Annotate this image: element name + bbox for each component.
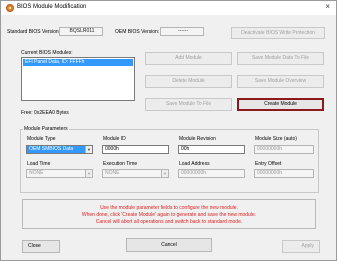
delete-module-button[interactable]: Delete Module (145, 75, 232, 88)
load-address-input[interactable]: 00000000h (178, 169, 245, 178)
list-item[interactable]: EFI Panel Data, ID: FFFFh (23, 59, 133, 66)
create-module-button[interactable]: Create Module (237, 98, 324, 111)
standard-bios-label: Standard BIOS Version: (7, 29, 61, 35)
load-time-value: NONE (29, 170, 44, 176)
free-bytes-text: Free: 0x2EEA0 Bytes (21, 110, 69, 116)
chevron-down-icon[interactable]: ▼ (85, 170, 92, 177)
oem-bios-label: OEM BIOS Version: (115, 29, 160, 35)
close-icon[interactable]: × (325, 2, 330, 11)
module-parameters-title: Module Parameters (23, 126, 69, 132)
execution-time-label: Execution Time (103, 161, 138, 167)
window-title: BIOS Module Modification (17, 4, 87, 10)
module-size-field: 00000000h (254, 145, 314, 154)
chevron-down-icon[interactable]: ▼ (85, 146, 92, 153)
message-line-2: When done, click 'Create Module' again t… (81, 212, 257, 218)
module-revision-input[interactable]: 00h (178, 145, 245, 154)
module-size-label: Module Size (auto) (255, 136, 297, 142)
chevron-down-icon[interactable]: ▼ (161, 170, 168, 177)
bios-modules-list[interactable]: EFI Panel Data, ID: FFFFh (21, 57, 135, 101)
cancel-button[interactable]: Cancel (126, 238, 212, 252)
oem-bios-version-field: ------ (160, 27, 204, 36)
module-type-select[interactable]: OEM SMBIOS Data ▼ (26, 145, 93, 154)
module-type-value: OEM SMBIOS Data (29, 146, 74, 152)
message-line-1: Use the module parameter fields to confi… (100, 205, 238, 211)
module-revision-label: Module Revision (179, 136, 216, 142)
execution-time-value: NONE (105, 170, 120, 176)
current-modules-label: Current BIOS Modules: (21, 50, 73, 56)
title-bar: BIOS Module Modification × (1, 1, 336, 15)
load-time-label: Load Time (27, 161, 51, 167)
save-module-to-file-button[interactable]: Save Module To File (145, 98, 232, 111)
module-type-label: Module Type (27, 136, 56, 142)
save-module-overview-button[interactable]: Save Module Overview (237, 75, 324, 88)
bios-module-modification-window: BIOS Module Modification × Standard BIOS… (0, 0, 337, 261)
entry-offset-input[interactable]: 00000000h (254, 169, 314, 178)
execution-time-select[interactable]: NONE ▼ (102, 169, 169, 178)
message-line-3: Cancel will abort all operations and swi… (95, 219, 243, 225)
app-icon (6, 4, 14, 12)
standard-bios-version-field: BQSLR011 (59, 27, 103, 36)
entry-offset-label: Entry Offset (255, 161, 282, 167)
add-module-button[interactable]: Add Module (145, 52, 232, 65)
apply-button[interactable]: Apply (282, 240, 320, 253)
close-button[interactable]: Close (22, 240, 60, 253)
instructions-message: Use the module parameter fields to confi… (22, 199, 316, 229)
module-id-label: Module ID (103, 136, 126, 142)
load-time-select[interactable]: NONE ▼ (26, 169, 93, 178)
module-id-input[interactable]: 0000h (102, 145, 169, 154)
load-address-label: Load Address (179, 161, 210, 167)
deactivate-write-protection-button[interactable]: Deactivate BIOS Write Protection (231, 27, 325, 39)
save-module-data-button[interactable]: Save Module Data To File (237, 52, 324, 65)
